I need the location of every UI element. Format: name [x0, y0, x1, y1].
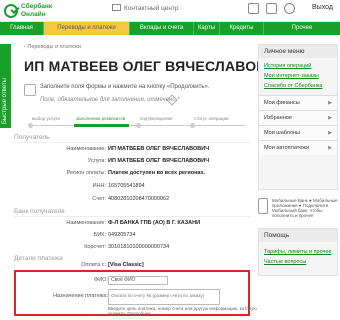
- nav-item-credits[interactable]: Кредиты: [220, 22, 264, 35]
- brand-subname: Онлайн: [21, 11, 46, 18]
- messages-icon[interactable]: [248, 3, 259, 14]
- pay-from-label: Оплата с:: [81, 262, 106, 268]
- phone-icon: [258, 198, 268, 214]
- region-label: Регион оплаты:: [66, 170, 106, 176]
- progress-dot: [190, 123, 195, 128]
- menu-label: Избранное: [264, 115, 292, 121]
- chevron-right-icon: ▶: [328, 145, 332, 151]
- nav-item-cards[interactable]: Карты: [194, 22, 220, 35]
- highlighted-fields: ФИО: Своё ФИО Назначение платежа: Оплата…: [14, 270, 257, 316]
- region-value: Платеж доступен во всех регионах.: [108, 170, 206, 176]
- contact-center-link[interactable]: Контактный центр: [112, 4, 179, 12]
- fio-input[interactable]: Своё ФИО: [108, 276, 168, 285]
- recipient-heading: Получатель: [14, 134, 50, 141]
- payment-heading: Детали платежа: [14, 255, 63, 262]
- bank-name-label: Наименование:: [66, 220, 106, 226]
- corr-account-value: 30101810100000000734: [108, 244, 170, 250]
- help-links: Тарифы, лимиты и прочее Частые вопросы: [259, 242, 337, 267]
- menu-label: Мои финансы: [264, 100, 300, 106]
- orders-link[interactable]: Мои интернет-заказы: [259, 71, 337, 81]
- menu-label: Мои автоплатежи: [264, 145, 310, 151]
- chevron-right-icon: ▶: [328, 115, 332, 121]
- recipient-name-label: Наименование:: [66, 146, 106, 152]
- chevron-right-icon: ▶: [328, 100, 332, 106]
- nav-item-deposits[interactable]: Вклады и счета: [130, 22, 194, 35]
- progress-active-segment: [74, 124, 129, 127]
- fio-label: ФИО:: [94, 277, 108, 283]
- quick-answers-label: Быстрые ответы: [2, 78, 8, 124]
- menu-autopayments[interactable]: Мои автоплатежи ▶: [259, 140, 337, 155]
- sberbank-logo[interactable]: Сбербанк Онлайн: [4, 2, 80, 20]
- help-panel: Помощь Тарифы, лимиты и прочее Частые во…: [258, 228, 338, 276]
- mobile-promo-text: Мобильные Банк ● Мобильные приложения ● …: [272, 198, 338, 218]
- account-label: Счет:: [92, 196, 106, 202]
- sberbank-logo-icon: [4, 4, 18, 18]
- step-operation-status: статус операции: [194, 116, 229, 121]
- bik-label: БИК:: [93, 232, 106, 238]
- main-navigation: Главная Переводы и платежи Вклады и счет…: [0, 22, 340, 35]
- nav-item-other[interactable]: Прочее: [264, 22, 340, 35]
- brand-name: Сбербанк: [21, 3, 53, 10]
- menu-favorites[interactable]: Избранное ▶: [259, 110, 337, 125]
- pay-from-value[interactable]: [Visa Classic]: [108, 262, 144, 268]
- faq-link[interactable]: Частые вопросы: [259, 257, 337, 267]
- tariffs-link[interactable]: Тарифы, лимиты и прочее: [259, 247, 337, 257]
- history-link[interactable]: История операций: [259, 61, 337, 71]
- inn-value: 165705541894: [108, 183, 145, 189]
- purpose-label: Назначение платежа:: [53, 293, 108, 299]
- profile-icon[interactable]: [284, 3, 295, 14]
- service-label: Услуга:: [87, 158, 106, 164]
- purpose-input[interactable]: Оплата по счету № (размер счета по заказ…: [108, 289, 220, 305]
- calendar-icon[interactable]: [266, 3, 277, 14]
- corr-account-label: Корсчет:: [84, 244, 106, 250]
- menu-label: Мои шаблоны: [264, 130, 300, 136]
- menu-my-finances[interactable]: Мои финансы ▶: [259, 95, 337, 110]
- recipient-name-value: ИП МАТВЕЕВ ОЛЕГ ВЯЧЕСЛАВОВИЧ: [108, 146, 210, 152]
- top-bar: Сбербанк Онлайн Контактный центр Выход: [0, 0, 340, 22]
- phone-icon: [112, 4, 121, 11]
- account-value: 40802810208470000062: [108, 196, 170, 202]
- breadcrumb[interactable]: ‹ Переводы и платежи: [24, 44, 81, 50]
- required-note: Поле, обязательное для заполнения, отмеч…: [40, 97, 180, 103]
- bik-value: 049205734: [108, 232, 136, 238]
- progress-dot: [136, 123, 141, 128]
- mobile-bank-promo[interactable]: Мобильные Банк ● Мобильные приложения ● …: [258, 198, 338, 224]
- contact-center-label: Контактный центр: [124, 5, 179, 12]
- inn-label: ИНН:: [92, 183, 106, 189]
- help-heading: Помощь: [259, 229, 337, 242]
- chevron-right-icon: ▶: [328, 130, 332, 136]
- menu-templates[interactable]: Мои шаблоны ▶: [259, 125, 337, 140]
- service-value: ИП МАТВЕЕВ ОЛЕГ ВЯЧЕСЛАВОВИЧ: [108, 158, 210, 164]
- step-fill-details: заполнение реквизитов: [76, 116, 126, 121]
- personal-menu-panel: Личное меню История операций Мои интерне…: [258, 44, 338, 190]
- info-icon: [24, 84, 36, 96]
- bank-heading: Банк получателя: [14, 208, 65, 215]
- bank-name-value: Ф-Л БАНКА ГПБ (АО) В Г. КАЗАНИ: [108, 220, 201, 226]
- progress-dot: [28, 123, 33, 128]
- nav-item-home[interactable]: Главная: [0, 22, 44, 35]
- mobile-promo-line: пополнить и прочее: [272, 213, 314, 218]
- form-hint: Заполните поля формы и нажмите на кнопку…: [40, 84, 210, 90]
- purpose-description-more[interactable]: укажите. Подробнее: [108, 311, 151, 316]
- divider: [14, 216, 250, 217]
- nav-item-transfers[interactable]: Переводы и платежи: [44, 22, 130, 35]
- divider: [14, 142, 250, 143]
- logout-link[interactable]: Выход: [312, 4, 333, 11]
- step-confirmation: подтверждение: [140, 116, 173, 121]
- quick-answers-tab[interactable]: Быстрые ответы: [0, 44, 11, 128]
- top-icons: [248, 3, 295, 14]
- thanks-link[interactable]: Спасибо от Сбербанка: [259, 81, 337, 91]
- personal-menu-heading: Личное меню: [259, 45, 337, 58]
- page-title: ИП МАТВЕЕВ ОЛЕГ ВЯЧЕСЛАВОВИЧ: [24, 58, 287, 74]
- step-select-service: выбор услуги: [32, 116, 60, 121]
- personal-links: История операций Мои интернет-заказы Спа…: [259, 58, 337, 95]
- progress-steps: выбор услуги заполнение реквизитов подтв…: [24, 116, 250, 130]
